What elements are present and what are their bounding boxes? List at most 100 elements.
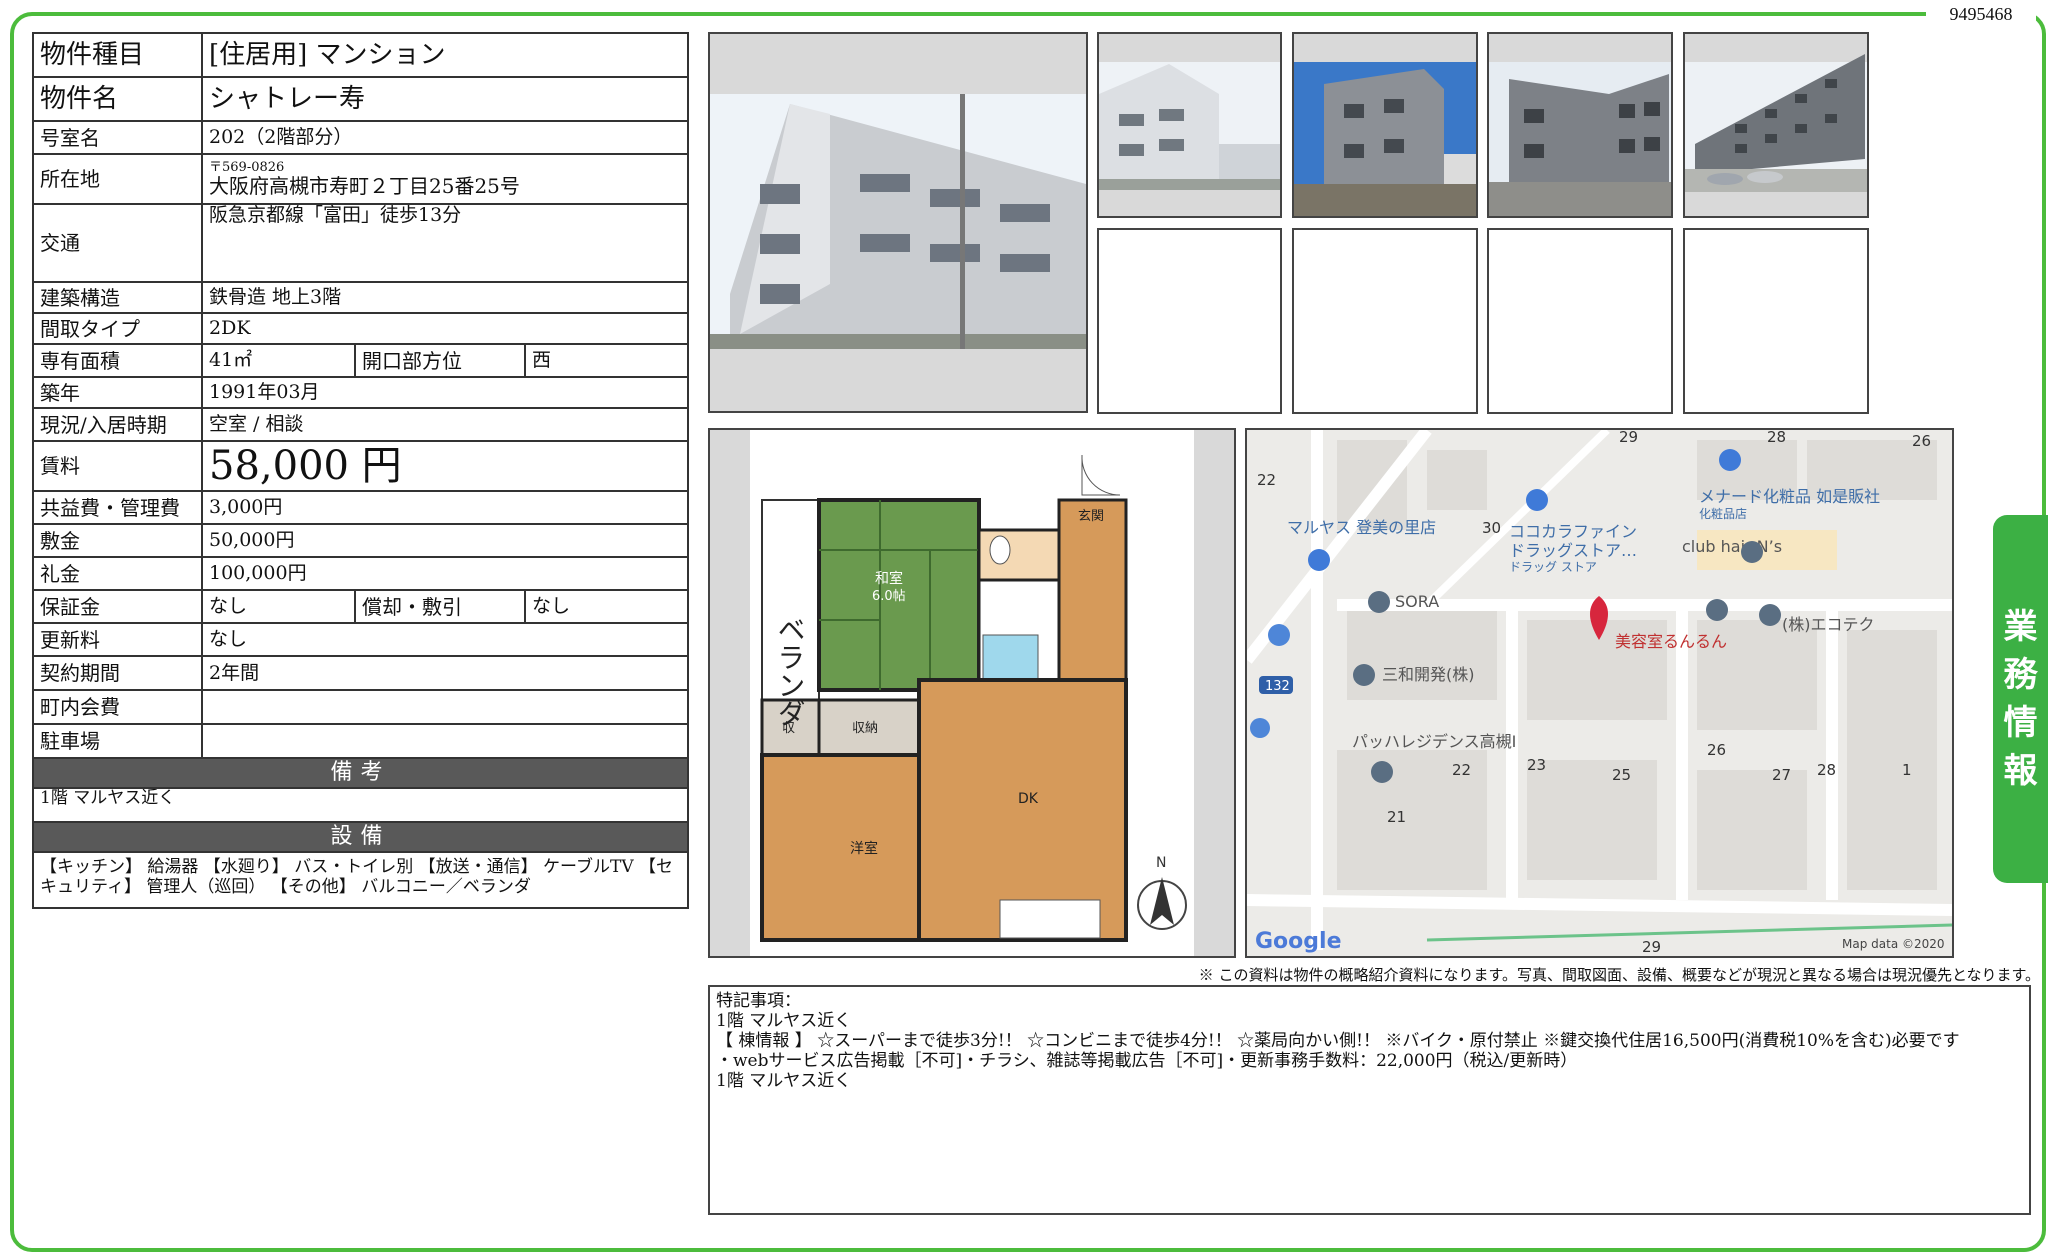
label-guarantee: 保証金 xyxy=(32,589,203,624)
building-image xyxy=(710,94,1086,349)
value-deposit: 50,000円 xyxy=(200,523,690,558)
side-tab-char: 業 xyxy=(2003,607,2038,647)
shop-pin-icon xyxy=(1719,449,1741,471)
map-pin-icon xyxy=(1353,664,1375,686)
label-address: 所在地 xyxy=(32,153,203,205)
map-number: 23 xyxy=(1527,756,1546,774)
map-number: 30 xyxy=(1482,519,1501,537)
map-number: 25 xyxy=(1612,766,1631,784)
value-area: 41㎡ xyxy=(201,343,356,378)
map-label-sora: SORA xyxy=(1395,592,1439,611)
washitsu-label: 和室 xyxy=(875,570,903,587)
label-area: 専有面積 xyxy=(32,343,203,378)
shu-label: 収 xyxy=(782,721,795,736)
map-pin-icon xyxy=(1741,541,1763,563)
map-pin-icon xyxy=(1706,599,1728,621)
map-label-cocokara: ココカラファイン xyxy=(1509,522,1637,541)
business-info-tab[interactable]: 業 務 情 報 xyxy=(1993,515,2048,883)
label-common-fee: 共益費・管理費 xyxy=(32,490,203,525)
value-renewal: なし xyxy=(200,622,690,657)
main-building-photo[interactable] xyxy=(708,32,1088,413)
map-drawing: 29 28 26 22 30 22 23 25 26 27 28 1 21 29… xyxy=(1247,430,1952,956)
label-structure: 建築構造 xyxy=(32,281,203,314)
label-rent: 賃料 xyxy=(32,440,203,492)
remarks-text: 1階 マルヤス近く xyxy=(31,787,690,823)
building-photo-3[interactable] xyxy=(1292,32,1478,218)
building-image xyxy=(1294,62,1476,216)
map-number: 29 xyxy=(1642,938,1661,956)
value-common-fee: 3,000円 xyxy=(200,490,690,525)
label-layout: 間取タイプ xyxy=(32,312,203,345)
photo-slot-empty xyxy=(1683,228,1869,414)
side-tab-char: 務 xyxy=(2003,655,2038,695)
map-label-sanwa: 三和開発(株) xyxy=(1382,665,1475,684)
label-key-money: 礼金 xyxy=(32,556,203,591)
value-room: 202（2階部分） xyxy=(200,120,690,155)
building-image xyxy=(1099,62,1280,190)
yoshitsu-label: 洋室 xyxy=(850,840,878,857)
washitsu-size-label: 6.0帖 xyxy=(872,589,906,604)
address-text: 大阪府高槻市寿町２丁目25番25号 xyxy=(209,174,520,198)
equipment-header: 設備 xyxy=(31,821,690,853)
location-map[interactable]: 29 28 26 22 30 22 23 25 26 27 28 1 21 29… xyxy=(1245,428,1954,958)
equipment-text: 【キッチン】 給湯器 【水廻り】 バス・トイレ別 【放送・通信】 ケーブルTV … xyxy=(31,851,690,909)
map-label-ecotech: (株)エコテク xyxy=(1782,615,1875,634)
label-transport: 交通 xyxy=(32,203,203,283)
building-photo-5[interactable] xyxy=(1683,32,1869,218)
map-label-runrun: 美容室るんるん xyxy=(1615,632,1727,651)
photo-slot-empty xyxy=(1292,228,1478,414)
special-notes-line: 1階 マルヤス近く xyxy=(716,1071,852,1091)
floor-plan-drawing: ベランダ 玄関 和室 6.0帖 収 収納 洋室 DK N xyxy=(750,430,1194,956)
building-image xyxy=(1685,54,1867,192)
map-number: 28 xyxy=(1817,761,1836,779)
label-parking: 駐車場 xyxy=(32,723,203,759)
map-label-cocokara: ドラッグストア… xyxy=(1509,541,1637,560)
value-contract: 2年間 xyxy=(200,655,690,691)
value-key-money: 100,000円 xyxy=(200,556,690,591)
map-pin-icon xyxy=(1371,761,1393,783)
label-contract: 契約期間 xyxy=(32,655,203,691)
side-tab-char: 情 xyxy=(2003,703,2038,743)
floor-plan[interactable]: ベランダ 玄関 和室 6.0帖 収 収納 洋室 DK N xyxy=(708,428,1236,958)
label-name: 物件名 xyxy=(32,76,203,122)
map-number: 26 xyxy=(1707,741,1726,759)
value-layout: 2DK xyxy=(200,312,690,345)
photo-slot-empty xyxy=(1097,228,1282,414)
value-built: 1991年03月 xyxy=(200,376,690,409)
label-built: 築年 xyxy=(32,376,203,409)
building-photo-2[interactable] xyxy=(1097,32,1282,218)
value-address: 〒569-0826 大阪府高槻市寿町２丁目25番25号 xyxy=(200,153,690,205)
map-label-menard: メナード化粧品 如是販社 xyxy=(1699,487,1880,506)
north-label: N xyxy=(1156,855,1166,871)
value-guarantee: なし xyxy=(201,589,356,624)
special-notes-line: ・webサービス広告掲載［不可]・チラシ、雑誌等掲載広告［不可]・更新事務手数料… xyxy=(716,1051,1578,1071)
label-association: 町内会費 xyxy=(32,689,203,725)
map-number: 29 xyxy=(1619,430,1638,446)
property-table: 物件種目 [住居用] マンション 物件名 シャトレー寿 号室名 202（2階部分… xyxy=(31,32,690,909)
label-renewal: 更新料 xyxy=(32,622,203,657)
value-direction: 西 xyxy=(523,343,690,378)
special-notes-box: 特記事項： 1階 マルヤス近く 【 棟情報 】 ☆スーパーまで徒歩3分!！ ☆コ… xyxy=(708,985,2031,1215)
shop-pin-icon xyxy=(1526,489,1548,511)
map-number: 27 xyxy=(1772,766,1791,784)
value-rent: 58,000 円 xyxy=(200,440,690,492)
label-status: 現況/入居時期 xyxy=(32,407,203,442)
building-image xyxy=(1489,62,1671,216)
map-label-cocokara: ドラッグ ストア xyxy=(1509,560,1597,574)
shop-pin-icon xyxy=(1308,549,1330,571)
parking-icon xyxy=(1268,624,1290,646)
map-number: 22 xyxy=(1257,471,1276,489)
side-tab-char: 報 xyxy=(2003,751,2038,791)
map-number: 22 xyxy=(1452,761,1471,779)
value-parking xyxy=(200,723,690,759)
veranda-label: ベランダ xyxy=(774,615,807,727)
value-type: [住居用] マンション xyxy=(200,32,690,78)
map-label-maruyasu: マルヤス 登美の里店 xyxy=(1287,518,1436,537)
value-name: シャトレー寿 xyxy=(200,76,690,122)
map-pin-icon xyxy=(1368,591,1390,613)
building-photo-4[interactable] xyxy=(1487,32,1673,218)
value-structure: 鉄骨造 地上3階 xyxy=(200,281,690,314)
google-logo: Google xyxy=(1255,929,1342,954)
value-association xyxy=(200,689,690,725)
gas-station-icon xyxy=(1250,718,1270,738)
